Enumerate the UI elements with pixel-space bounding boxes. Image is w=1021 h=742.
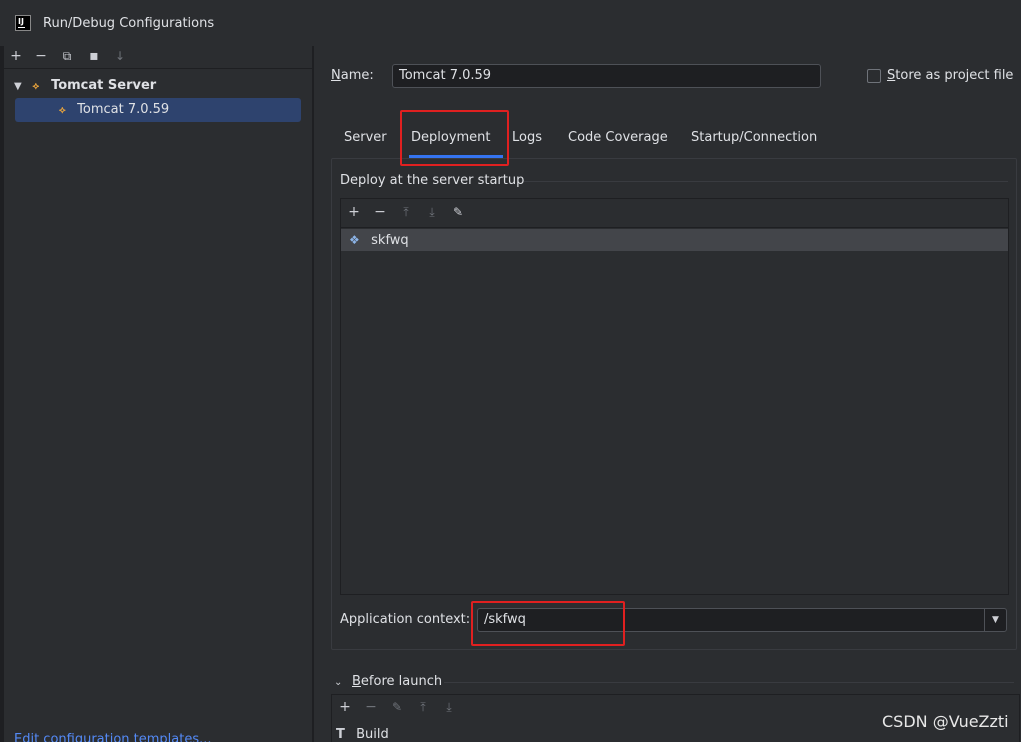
sort-icon[interactable]: ↓ [112, 48, 128, 64]
edit-icon[interactable]: ✎ [389, 699, 405, 715]
remove-icon[interactable]: − [33, 48, 49, 64]
copy-icon[interactable]: ⧉ [59, 48, 75, 64]
chevron-down-icon[interactable]: ▼ [14, 75, 28, 99]
application-context-label: Application context: [340, 612, 471, 627]
move-down-icon[interactable]: ⤓ [424, 204, 440, 220]
name-field[interactable]: Tomcat 7.0.59 [392, 64, 821, 88]
remove-icon[interactable]: − [363, 699, 379, 715]
sidebar-divider [4, 68, 312, 69]
tree-group-label: Tomcat Server [51, 78, 157, 93]
add-icon[interactable]: + [8, 48, 24, 64]
artifact-label: skfwq [371, 233, 409, 248]
title-bar: IJ Run/Debug Configurations [0, 0, 1021, 46]
tab-logs[interactable]: Logs [512, 124, 542, 158]
move-down-icon[interactable]: ⤓ [441, 699, 457, 715]
build-icon: T [336, 727, 345, 742]
remove-icon[interactable]: − [372, 204, 388, 220]
add-icon[interactable]: + [346, 204, 362, 220]
edit-templates-link[interactable]: Edit configuration templates... [14, 732, 212, 742]
list-item[interactable]: ❖ skfwq [341, 229, 1008, 251]
tomcat-icon: ⟡ [59, 105, 66, 116]
tree-group-tomcat-server[interactable]: ▼ ⟡ Tomcat Server [14, 74, 304, 98]
add-icon[interactable]: + [337, 699, 353, 715]
tomcat-icon: ⟡ [32, 81, 40, 92]
intellij-app-icon: IJ [15, 15, 31, 31]
deploy-section-title: Deploy at the server startup [340, 173, 525, 188]
chevron-down-icon[interactable]: ▼ [984, 609, 1006, 631]
tab-code-coverage[interactable]: Code Coverage [568, 124, 668, 158]
section-divider [444, 682, 1014, 683]
before-launch-item-label: Build [356, 727, 389, 742]
new-folder-icon[interactable]: ▪ [86, 48, 102, 64]
tree-item-tomcat-7059[interactable]: ⟡ Tomcat 7.0.59 [15, 98, 301, 122]
annotation-highlight [471, 601, 625, 646]
artifact-icon: ❖ [349, 233, 360, 247]
tab-server[interactable]: Server [344, 124, 387, 158]
configurations-sidebar: + − ⧉ ▪ ↓ ▼ ⟡ Tomcat Server ⟡ Tomcat 7.0… [4, 46, 312, 742]
watermark: CSDN @VueZzti [882, 712, 1009, 731]
tree-item-label: Tomcat 7.0.59 [77, 102, 170, 117]
name-label: Name: [331, 68, 374, 83]
section-divider [524, 181, 1008, 182]
chevron-down-icon[interactable]: ⌄ [334, 677, 352, 688]
window-title: Run/Debug Configurations [43, 16, 215, 31]
move-up-icon[interactable]: ⤒ [415, 699, 431, 715]
edit-icon[interactable]: ✎ [450, 204, 466, 220]
tab-startup-connection[interactable]: Startup/Connection [691, 124, 817, 158]
list-item[interactable]: T Build [336, 727, 389, 742]
deploy-artifacts-list[interactable]: ❖ skfwq [341, 227, 1008, 594]
annotation-highlight [400, 110, 509, 166]
deploy-artifacts-box: + − ⤒ ⤓ ✎ ❖ skfwq [340, 198, 1009, 595]
sidebar-toolbar: + − ⧉ ▪ ↓ [4, 46, 312, 68]
deploy-toolbar: + − ⤒ ⤓ ✎ [341, 199, 1008, 226]
before-launch-header[interactable]: ⌄ Before launch [334, 674, 442, 689]
move-up-icon[interactable]: ⤒ [398, 204, 414, 220]
store-as-project-file-checkbox[interactable] [867, 69, 881, 83]
store-as-project-file-label[interactable]: Store as project file [887, 68, 1013, 83]
